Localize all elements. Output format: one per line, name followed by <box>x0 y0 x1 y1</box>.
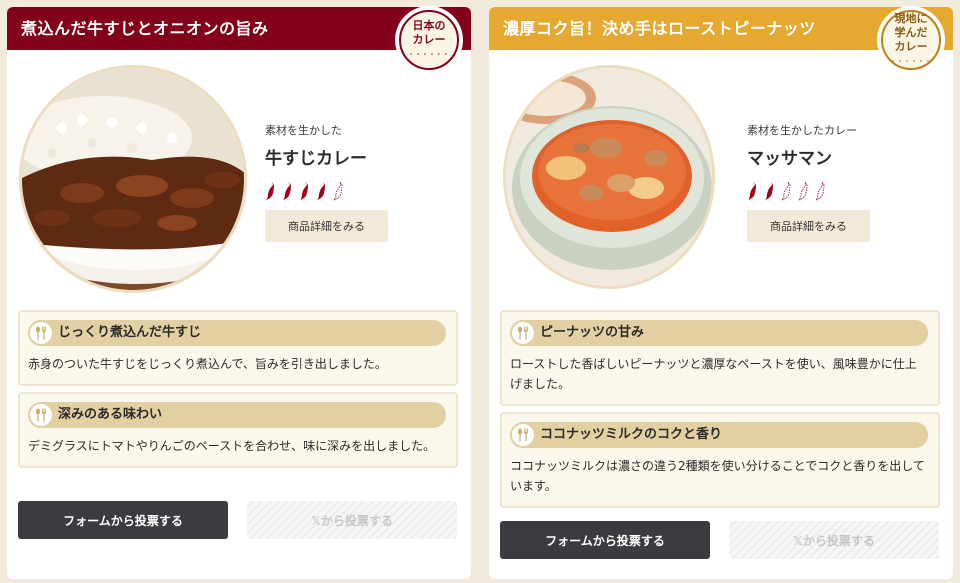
chili-icon-empty <box>798 181 808 201</box>
chili-icon-empty <box>781 181 791 201</box>
product-name: 牛すじカレー <box>265 149 367 169</box>
massaman-curry-photo <box>503 65 715 289</box>
chili-icon-filled <box>283 182 291 200</box>
feature-title-text: 深みのある味わい <box>58 407 163 422</box>
chili-icon-filled <box>300 182 308 200</box>
feature-box: ピーナッツの甘み ローストした香ばしいピーナッツと濃厚なペーストを使い、風味豊か… <box>500 310 940 406</box>
badge-line: 学んだ <box>894 25 928 39</box>
feature-title: じっくり煮込んだ牛すじ <box>28 320 446 346</box>
feature-title-text: ココナッツミルクのコクと香り <box>540 427 723 442</box>
product-info: 素材を生かしたカレー マッサマン 商品詳細をみる <box>747 122 870 242</box>
spoon-fork-icon <box>28 402 54 428</box>
feature-title: ピーナッツの甘み <box>510 320 928 346</box>
beef-tendon-curry-photo <box>19 65 247 293</box>
feature-text: 赤身のついた牛すじをじっくり煮込んで、旨みを引き出しました。 <box>28 357 387 371</box>
chili-icon-filled <box>748 182 756 200</box>
feature-box: ココナッツミルクのコクと香り ココナッツミルクは濃さの違う2種類を使い分けること… <box>500 412 940 508</box>
vote-form-button[interactable]: フォームから投票する <box>18 501 228 539</box>
chili-icon-filled <box>266 182 274 200</box>
curry-card-massaman: 濃厚コク旨！決め手はローストピーナッツ 現地に 学んだ カレー • • • • … <box>489 6 953 579</box>
vote-x-button[interactable]: 𝕏から投票する <box>729 521 939 559</box>
chili-icon-filled <box>317 182 325 200</box>
feature-text: ローストした香ばしいピーナッツと濃厚なペーストを使い、風味豊かに仕上げました。 <box>510 357 917 391</box>
feature-box: じっくり煮込んだ牛すじ 赤身のついた牛すじをじっくり煮込んで、旨みを引き出しまし… <box>18 310 458 386</box>
local-curry-badge: 現地に 学んだ カレー • • • • • • <box>877 6 945 74</box>
badge-line: カレー <box>894 39 928 53</box>
chili-icon-empty <box>815 181 825 201</box>
chili-icon-empty <box>333 181 343 201</box>
product-subtitle: 素材を生かした <box>265 124 342 137</box>
vote-form-button[interactable]: フォームから投票する <box>500 521 710 559</box>
spoon-fork-icon <box>510 320 536 346</box>
feature-title-text: ピーナッツの甘み <box>540 325 645 340</box>
product-detail-button[interactable]: 商品詳細をみる <box>265 210 388 242</box>
product-name: マッサマン <box>747 149 832 169</box>
feature-title-text: じっくり煮込んだ牛すじ <box>58 325 202 340</box>
product-subtitle: 素材を生かしたカレー <box>747 124 857 137</box>
spice-level <box>265 181 388 201</box>
feature-text: デミグラスにトマトやりんごのペーストを合わせ、味に深みを出しました。 <box>28 439 436 453</box>
badge-line: 日本の <box>412 18 446 32</box>
feature-title: ココナッツミルクのコクと香り <box>510 422 928 448</box>
japanese-curry-badge: 日本の カレー • • • • • • <box>395 6 463 74</box>
badge-line: 現地に <box>894 11 928 25</box>
product-info: 素材を生かした 牛すじカレー 商品詳細をみる <box>265 122 388 242</box>
spoon-fork-icon <box>510 422 536 448</box>
feature-text: ココナッツミルクは濃さの違う2種類を使い分けることでコクと香りを出しています。 <box>510 459 925 493</box>
chili-icon-filled <box>765 182 773 200</box>
spoon-fork-icon <box>28 320 54 346</box>
badge-line: カレー <box>412 32 446 46</box>
feature-title: 深みのある味わい <box>28 402 446 428</box>
spice-level <box>747 181 870 201</box>
product-detail-button[interactable]: 商品詳細をみる <box>747 210 870 242</box>
vote-x-button[interactable]: 𝕏から投票する <box>247 501 457 539</box>
feature-box: 深みのある味わい デミグラスにトマトやりんごのペーストを合わせ、味に深みを出しま… <box>18 392 458 468</box>
curry-card-beef-tendon: 煮込んだ牛すじとオニオンの旨み 日本の カレー • • • • • • 素材を生… <box>7 6 471 579</box>
